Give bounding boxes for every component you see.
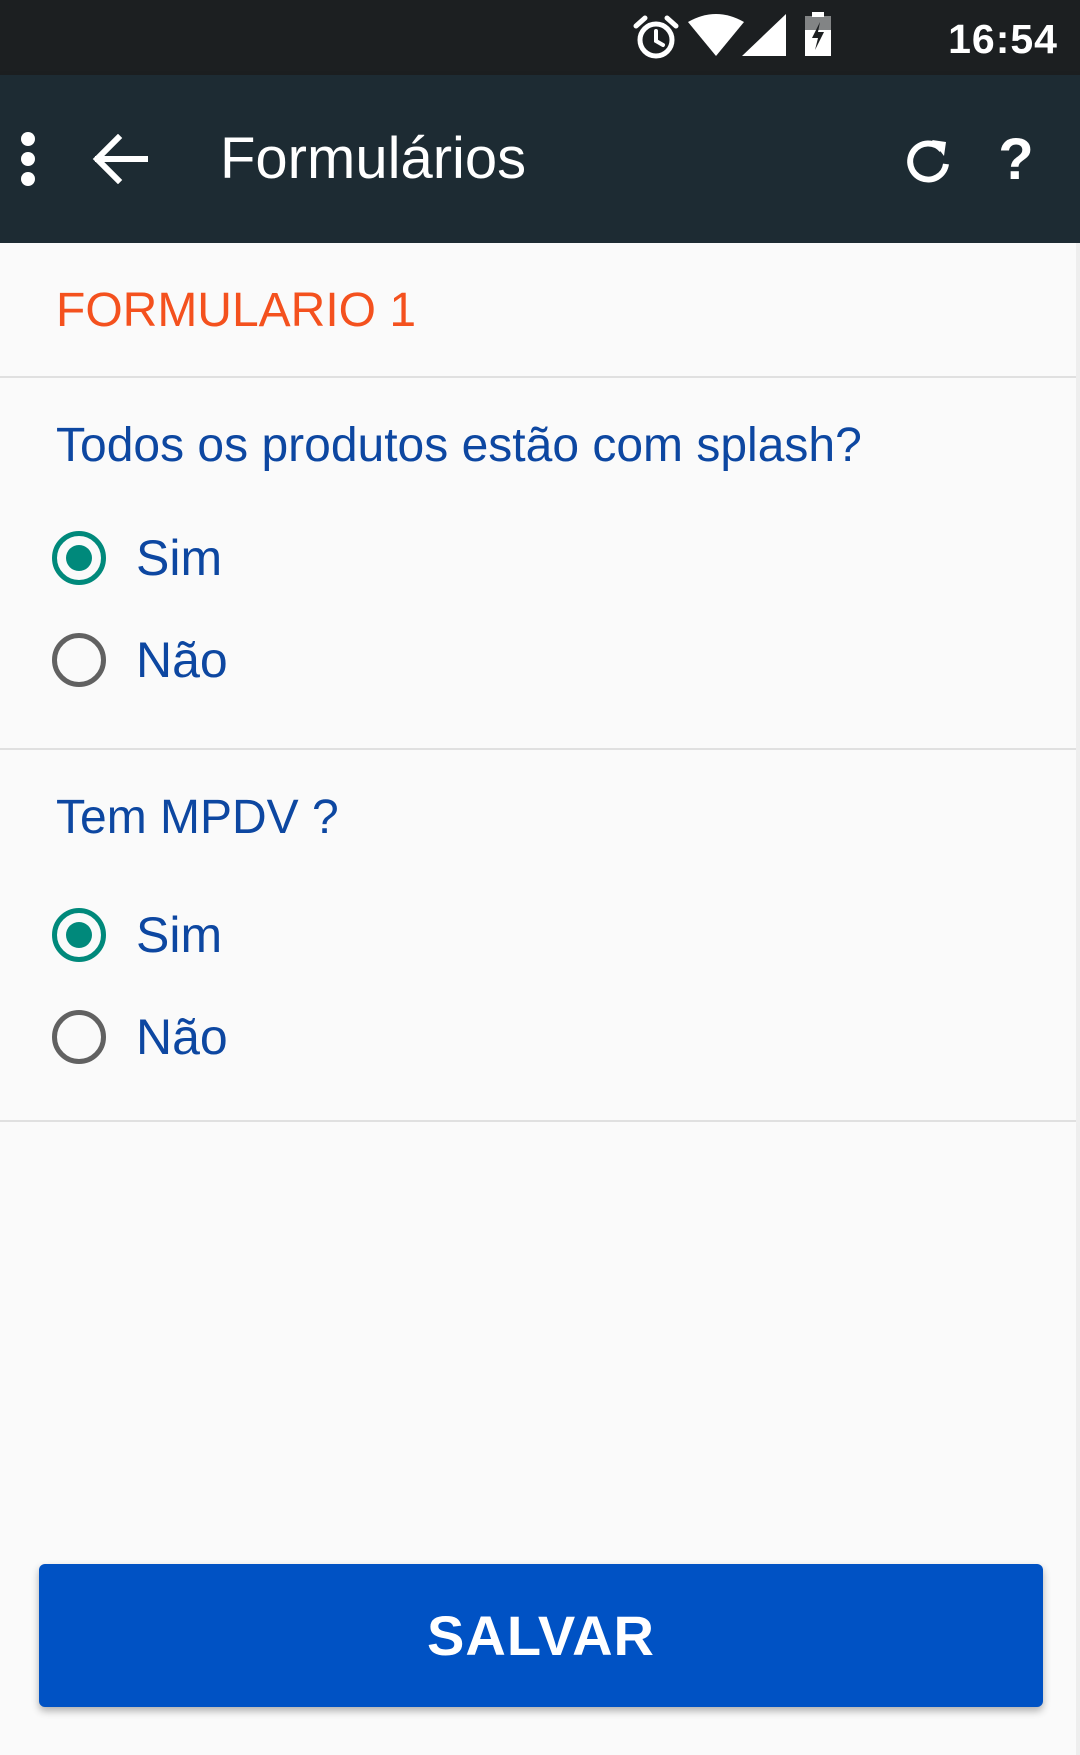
option-label: Não — [136, 632, 228, 688]
scroll-edge — [1076, 243, 1080, 1755]
wifi-icon — [688, 14, 744, 56]
radio-option-nao[interactable]: Não — [52, 1002, 228, 1072]
option-label: Sim — [136, 907, 223, 963]
radio-option-nao[interactable]: Não — [52, 625, 228, 695]
app-toolbar: Formulários ? — [0, 75, 1080, 243]
form-content: FORMULARIO 1 Todos os produtos estão com… — [0, 243, 1076, 1122]
page-title: Formulários — [220, 126, 527, 191]
question-block-2: Tem MPDV ? Sim Não — [0, 750, 1076, 1122]
back-arrow-icon[interactable] — [80, 119, 160, 199]
status-bar: 16:54 — [0, 0, 1080, 75]
overflow-menu-icon[interactable] — [8, 119, 48, 199]
radio-option-sim[interactable]: Sim — [52, 523, 222, 593]
question-text: Todos os produtos estão com splash? — [56, 419, 862, 472]
cell-signal-icon — [742, 14, 786, 56]
help-icon-glyph: ? — [998, 126, 1034, 192]
question-block-1: Todos os produtos estão com splash? Sim … — [0, 378, 1076, 750]
radio-unchecked-icon[interactable] — [52, 1010, 106, 1064]
save-button[interactable]: SALVAR — [39, 1564, 1043, 1707]
radio-checked-icon[interactable] — [52, 531, 106, 585]
option-label: Sim — [136, 530, 223, 586]
form-title: FORMULARIO 1 — [0, 243, 1076, 378]
radio-unchecked-icon[interactable] — [52, 633, 106, 687]
option-label: Não — [136, 1009, 228, 1065]
status-time: 16:54 — [948, 16, 1058, 62]
refresh-icon[interactable] — [888, 119, 968, 199]
battery-charging-icon — [805, 12, 831, 56]
radio-checked-icon[interactable] — [52, 908, 106, 962]
question-text: Tem MPDV ? — [56, 791, 339, 844]
help-icon[interactable]: ? — [976, 119, 1056, 199]
alarm-icon — [633, 15, 679, 59]
radio-option-sim[interactable]: Sim — [52, 900, 222, 970]
